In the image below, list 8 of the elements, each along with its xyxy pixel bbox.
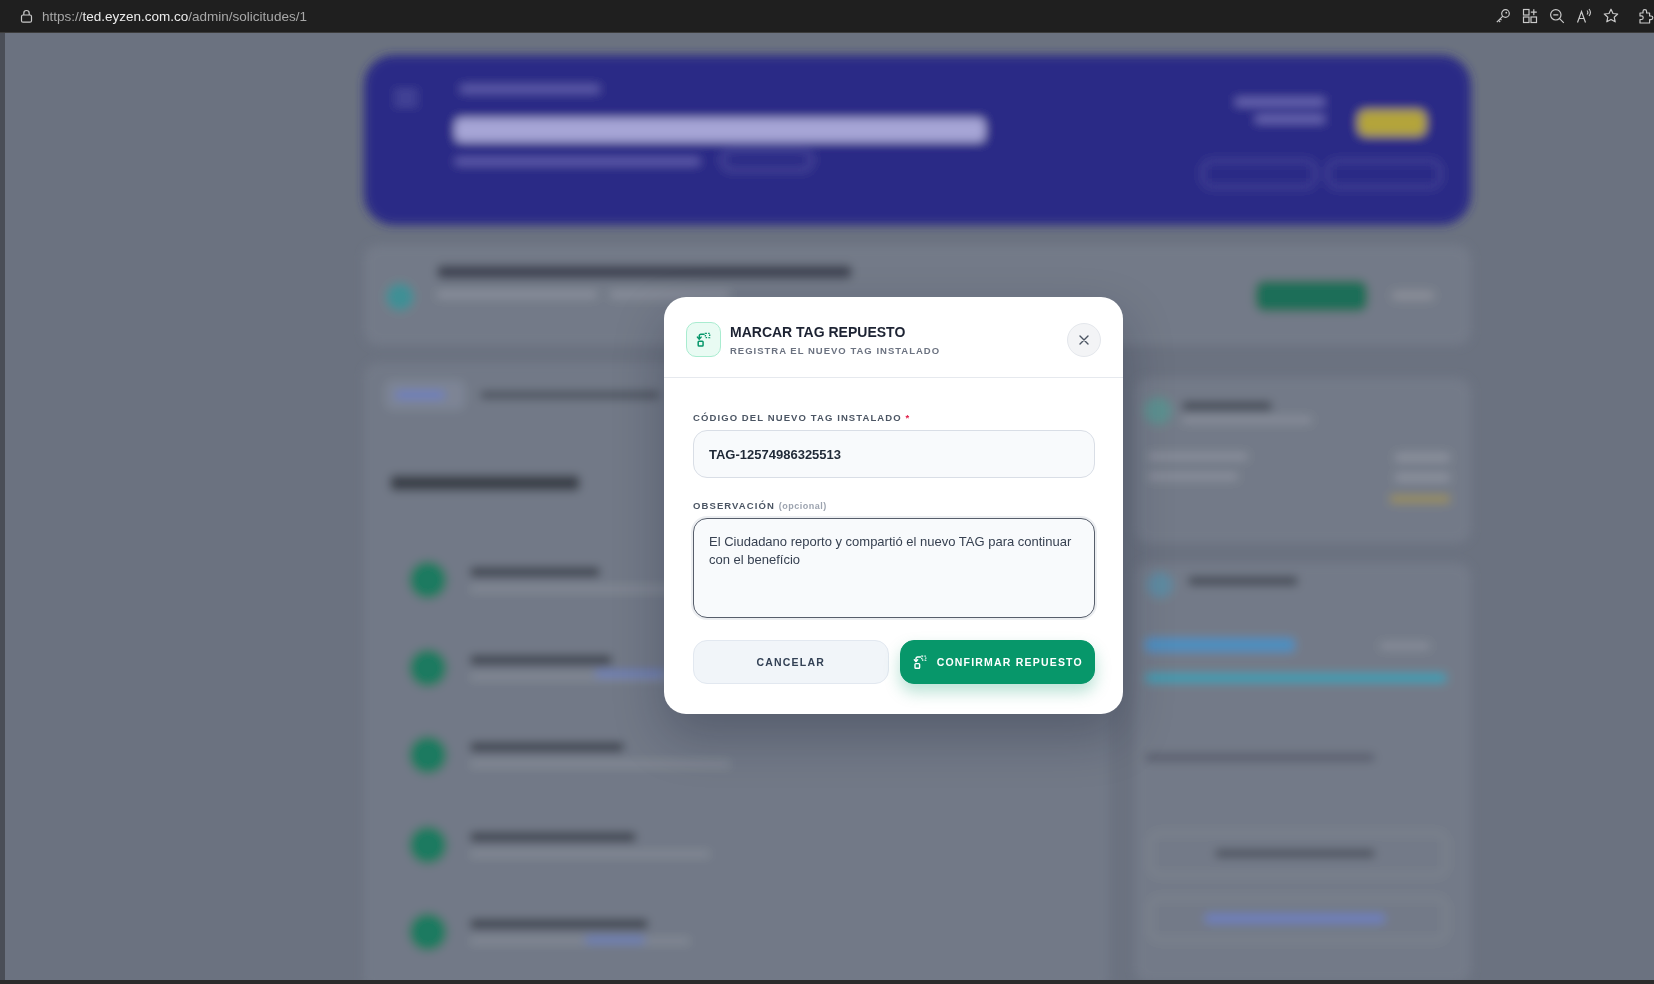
url-text[interactable]: https://ted.eyzen.com.co/admin/solicitudes/1 — [42, 8, 307, 24]
lock-icon[interactable] — [20, 9, 33, 23]
read-aloud-icon[interactable] — [1576, 8, 1592, 24]
puzzle-icon[interactable] — [1638, 8, 1654, 24]
add-app-icon[interactable] — [1522, 8, 1538, 24]
key-icon[interactable] — [1495, 8, 1511, 24]
star-icon[interactable] — [1603, 8, 1619, 24]
zoom-out-icon[interactable] — [1549, 8, 1565, 24]
